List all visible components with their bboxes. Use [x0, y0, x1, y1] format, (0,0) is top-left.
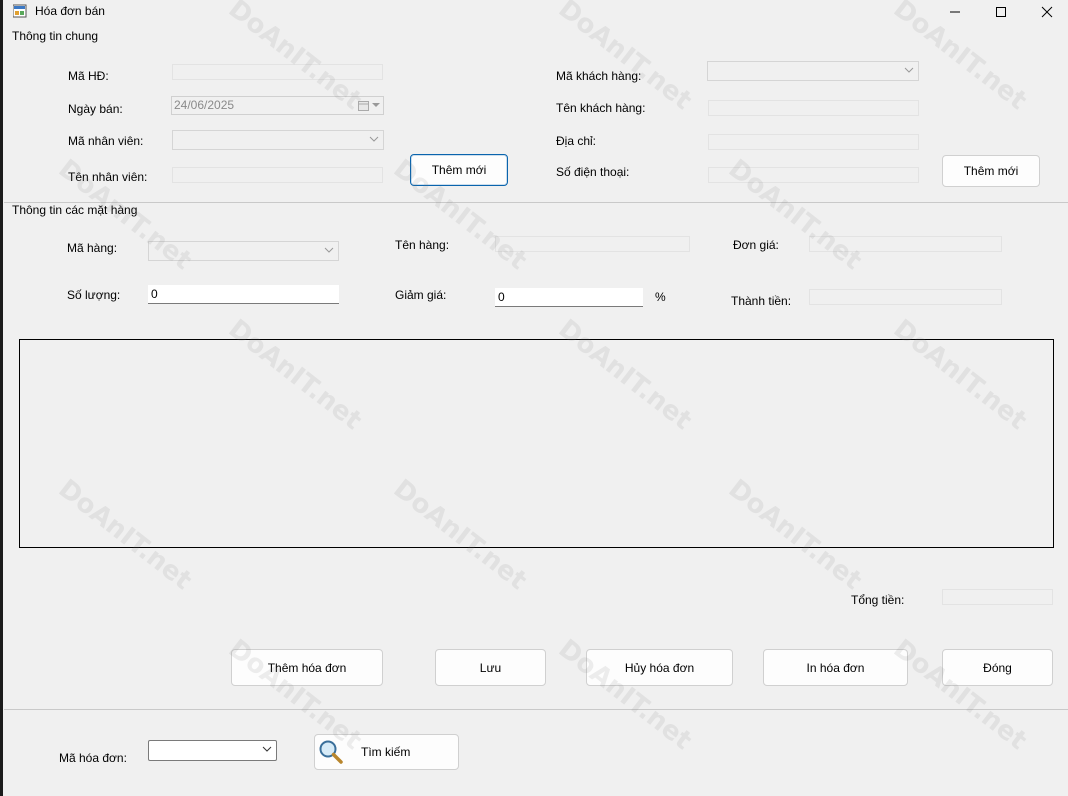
- item-name-label: Tên hàng:: [395, 238, 450, 252]
- customer-id-combo[interactable]: [707, 61, 919, 81]
- maximize-icon: [996, 7, 1006, 17]
- address-label: Địa chỉ:: [556, 134, 597, 148]
- add-customer-button[interactable]: Thêm mới: [942, 155, 1040, 187]
- cancel-invoice-button[interactable]: Hủy hóa đơn: [586, 649, 733, 686]
- customer-name-label: Tên khách hàng:: [556, 101, 646, 115]
- address-field[interactable]: [708, 134, 919, 150]
- add-invoice-button[interactable]: Thêm hóa đơn: [231, 649, 383, 686]
- amount-field[interactable]: [809, 289, 1002, 305]
- phone-label: Số điện thoại:: [556, 165, 630, 179]
- minimize-icon: [950, 11, 960, 13]
- employee-id-combo[interactable]: [172, 130, 384, 150]
- phone-field[interactable]: [708, 167, 919, 183]
- chevron-down-icon: [324, 247, 334, 253]
- close-form-button[interactable]: Đóng: [942, 649, 1053, 686]
- actions-divider: [4, 709, 1068, 710]
- sale-date-label: Ngày bán:: [68, 102, 123, 116]
- left-window-edge: [0, 0, 3, 796]
- close-icon: [1041, 6, 1053, 18]
- invoice-id-label: Mã HĐ:: [68, 69, 109, 83]
- employee-name-label: Tên nhân viên:: [68, 170, 148, 184]
- maximize-button[interactable]: [978, 0, 1024, 24]
- save-button[interactable]: Lưu: [435, 649, 546, 686]
- app-icon: [13, 4, 27, 18]
- unit-price-field[interactable]: [809, 236, 1002, 252]
- search-button[interactable]: Tìm kiếm: [314, 734, 459, 770]
- amount-label: Thành tiền:: [731, 294, 792, 308]
- items-group-title: Thông tin các mặt hàng: [12, 203, 138, 217]
- invoice-items-grid[interactable]: [19, 339, 1054, 548]
- customer-id-label: Mã khách hàng:: [556, 69, 642, 83]
- chevron-down-icon: [372, 103, 380, 107]
- percent-sign: %: [655, 290, 666, 304]
- general-group-title: Thông tin chung: [12, 29, 99, 43]
- employee-id-label: Mã nhân viên:: [68, 134, 144, 148]
- calendar-icon: [358, 101, 369, 111]
- general-group-divider: [4, 202, 1068, 203]
- customer-name-field[interactable]: [708, 100, 919, 116]
- chevron-down-icon: [262, 746, 272, 752]
- sale-date-value: 24/06/2025: [174, 98, 235, 112]
- close-button[interactable]: [1024, 0, 1068, 24]
- window-title: Hóa đơn bán: [35, 4, 105, 18]
- discount-field[interactable]: 0: [495, 288, 643, 307]
- quantity-label: Số lượng:: [67, 288, 121, 302]
- title-bar: Hóa đơn bán: [3, 0, 1068, 24]
- minimize-button[interactable]: [932, 0, 978, 24]
- chevron-down-icon: [369, 136, 379, 142]
- total-field[interactable]: [942, 589, 1053, 605]
- total-label: Tổng tiền:: [851, 593, 905, 607]
- sale-date-picker[interactable]: 24/06/2025: [171, 96, 384, 115]
- item-name-field[interactable]: [495, 236, 690, 252]
- discount-label: Giảm giá:: [395, 288, 447, 302]
- invoice-code-label: Mã hóa đơn:: [59, 751, 127, 765]
- magnifier-icon: [319, 740, 343, 764]
- quantity-field[interactable]: 0: [148, 285, 339, 304]
- employee-name-field[interactable]: [172, 167, 383, 183]
- print-invoice-button[interactable]: In hóa đơn: [763, 649, 908, 686]
- add-employee-button[interactable]: Thêm mới: [410, 154, 508, 186]
- invoice-id-field[interactable]: [172, 64, 383, 80]
- chevron-down-icon: [904, 67, 914, 73]
- item-id-combo[interactable]: [148, 241, 339, 261]
- item-id-label: Mã hàng:: [67, 241, 118, 255]
- unit-price-label: Đơn giá:: [733, 238, 779, 252]
- invoice-code-combo[interactable]: [148, 740, 277, 761]
- search-button-label: Tìm kiếm: [361, 745, 411, 759]
